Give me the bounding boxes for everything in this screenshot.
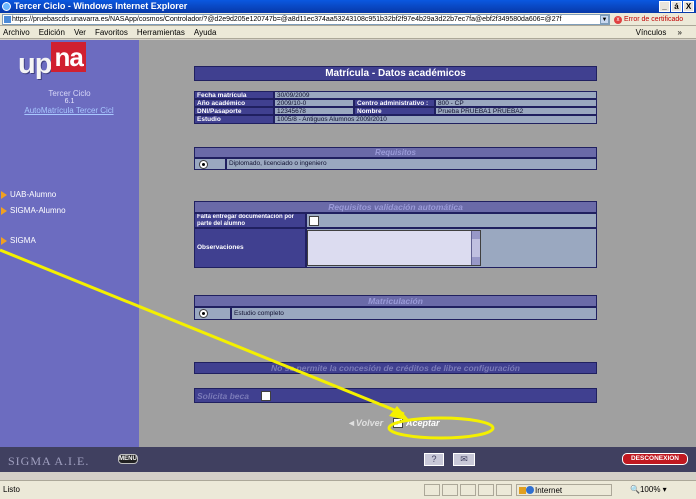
mail-button[interactable]: ✉	[453, 453, 475, 466]
url-text: https://pruebascds.unavarra.es/NASApp/co…	[12, 16, 562, 23]
disconnect-button[interactable]: DESCONEXION	[622, 453, 688, 465]
annotation-overlay	[0, 248, 495, 440]
status-bar: Listo Internet 🔍100% ▾	[0, 480, 696, 499]
shield-error-icon: x	[614, 16, 622, 24]
page-viewport: up na Tercer Ciclo 6.1 AutoMatrícula Terc…	[0, 40, 696, 472]
status-segment	[478, 484, 494, 496]
minimize-button[interactable]: _	[659, 1, 670, 12]
menu-favoritos[interactable]: Favoritos	[95, 28, 128, 37]
zoom-control[interactable]: 🔍100% ▾	[628, 484, 692, 496]
security-zone: Internet	[516, 484, 612, 496]
annotation-arrow-line	[0, 248, 405, 416]
menu-ayuda[interactable]: Ayuda	[194, 28, 217, 37]
lock-icon	[519, 487, 526, 494]
menu-bar: Archivo Edición Ver Favoritos Herramient…	[0, 26, 696, 39]
annotation-ellipse	[387, 416, 495, 440]
url-field[interactable]: https://pruebascds.unavarra.es/NASApp/co…	[2, 14, 610, 25]
links-toolbar[interactable]: Vínculos »	[636, 28, 682, 37]
app-footer: SIGMA A.I.E. MENU ? ✉ DESCONEXION	[0, 447, 696, 472]
status-segment	[424, 484, 440, 496]
url-dropdown-button[interactable]: ▼	[600, 15, 609, 24]
address-bar: https://pruebascds.unavarra.es/NASApp/co…	[0, 13, 696, 26]
window-title: Tercer Ciclo - Windows Internet Explorer	[14, 1, 188, 11]
status-text: Listo	[3, 485, 20, 494]
links-label: Vínculos	[635, 28, 667, 37]
cert-error-text: Error de certificado	[624, 16, 684, 23]
menu-herramientas[interactable]: Herramientas	[137, 28, 185, 37]
menu-ver[interactable]: Ver	[74, 28, 86, 37]
zoom-icon: 🔍	[630, 485, 640, 494]
help-button[interactable]: ?	[424, 453, 444, 466]
sigma-logo: SIGMA A.I.E.	[8, 454, 90, 468]
page-icon	[4, 16, 11, 23]
status-segment	[460, 484, 476, 496]
window-buttons: _ á X	[659, 1, 694, 12]
zone-label: Internet	[535, 486, 563, 495]
restore-button[interactable]: á	[671, 1, 682, 12]
menu-archivo[interactable]: Archivo	[3, 28, 30, 37]
window-titlebar: Tercer Ciclo - Windows Internet Explorer…	[0, 0, 696, 13]
certificate-error-button[interactable]: x Error de certificado	[614, 14, 683, 25]
globe-icon	[526, 486, 534, 494]
zoom-value: 100%	[639, 485, 661, 494]
ie-icon	[2, 2, 11, 11]
status-segment	[442, 484, 458, 496]
close-button[interactable]: X	[683, 1, 694, 12]
menu-edicion[interactable]: Edición	[39, 28, 65, 37]
menu-button[interactable]: MENU	[118, 454, 138, 464]
status-segment	[496, 484, 512, 496]
